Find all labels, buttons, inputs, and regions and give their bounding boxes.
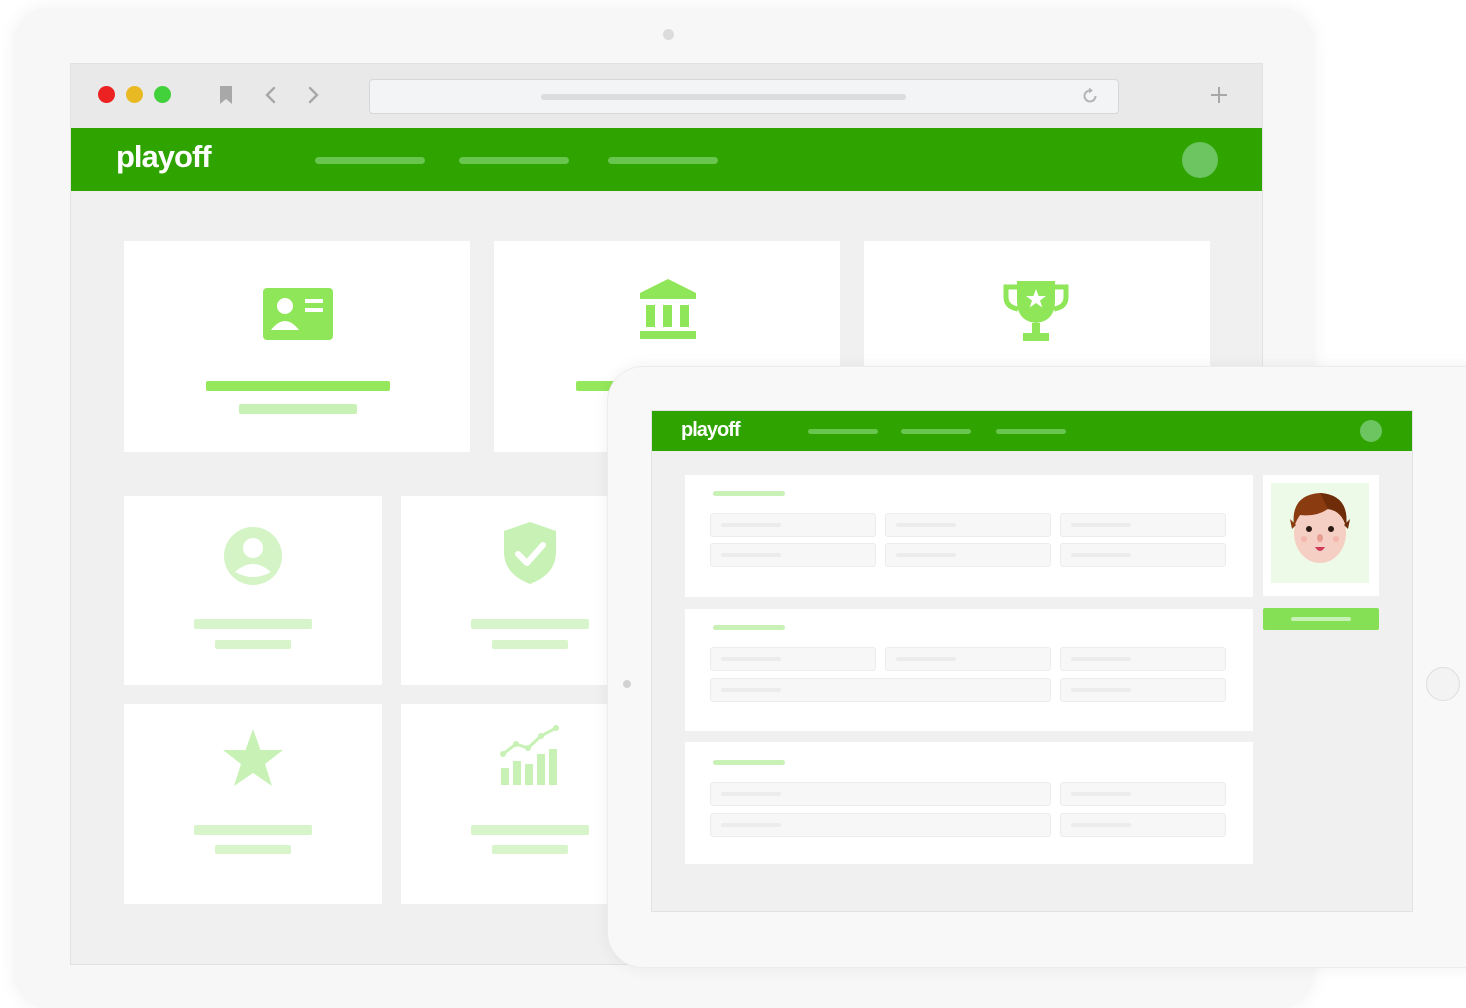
form-field[interactable] bbox=[885, 513, 1051, 537]
user-avatar[interactable] bbox=[1182, 142, 1218, 178]
tile-title-bar bbox=[471, 825, 589, 835]
tablet-camera-dot bbox=[623, 680, 631, 688]
field-placeholder-line bbox=[1071, 553, 1131, 557]
tile-trophy[interactable] bbox=[864, 241, 1210, 371]
profile-action-button[interactable] bbox=[1263, 608, 1379, 630]
field-placeholder-line bbox=[896, 657, 956, 661]
profile-photo[interactable] bbox=[1271, 483, 1369, 583]
back-icon[interactable] bbox=[264, 86, 276, 104]
field-placeholder-line bbox=[721, 688, 781, 692]
field-placeholder-line bbox=[721, 657, 781, 661]
field-placeholder-line bbox=[1071, 688, 1131, 692]
id-card-icon bbox=[263, 288, 333, 340]
nav-link-3[interactable] bbox=[608, 157, 718, 164]
tile-title-bar bbox=[471, 619, 589, 629]
tile-id-card[interactable] bbox=[124, 241, 470, 452]
app-logo[interactable]: playoff bbox=[116, 139, 212, 175]
tablet-app-logo[interactable]: playoff bbox=[681, 418, 741, 442]
tile-subtitle-bar bbox=[239, 404, 357, 414]
tablet-user-avatar[interactable] bbox=[1360, 420, 1382, 442]
field-placeholder-line bbox=[1071, 792, 1131, 796]
form-field[interactable] bbox=[1060, 513, 1226, 537]
form-field-wide[interactable] bbox=[710, 678, 1051, 702]
maximize-window-button[interactable] bbox=[154, 86, 171, 103]
app-navbar: playoff bbox=[71, 128, 1262, 191]
nav-link-1[interactable] bbox=[315, 157, 425, 164]
star-icon bbox=[223, 729, 283, 786]
form-field-wide[interactable] bbox=[710, 782, 1051, 806]
tablet-nav-link-2[interactable] bbox=[901, 429, 971, 434]
form-field[interactable] bbox=[710, 513, 876, 537]
user-icon bbox=[224, 527, 282, 585]
camera-dot bbox=[663, 29, 674, 40]
trophy-icon bbox=[1003, 281, 1069, 341]
field-placeholder-line bbox=[721, 823, 781, 827]
field-placeholder-line bbox=[896, 523, 956, 527]
shield-check-icon bbox=[504, 522, 556, 584]
form-field[interactable] bbox=[710, 647, 876, 671]
form-panel-2 bbox=[685, 609, 1253, 731]
tile-user[interactable] bbox=[124, 496, 382, 685]
bookmark-icon[interactable] bbox=[219, 85, 233, 105]
tile-title-bar bbox=[194, 619, 312, 629]
avatar-face-icon bbox=[1290, 493, 1350, 563]
panel-heading-bar bbox=[713, 760, 785, 765]
tablet-nav-link-1[interactable] bbox=[808, 429, 878, 434]
bank-icon bbox=[640, 279, 696, 339]
tile-star[interactable] bbox=[124, 704, 382, 904]
profile-card bbox=[1263, 475, 1379, 596]
field-placeholder-line bbox=[1071, 523, 1131, 527]
tablet-nav-link-3[interactable] bbox=[996, 429, 1066, 434]
tile-shield[interactable] bbox=[401, 496, 607, 685]
form-field[interactable] bbox=[885, 647, 1051, 671]
chart-icon bbox=[500, 725, 559, 785]
browser-titlebar bbox=[71, 64, 1262, 128]
form-field[interactable] bbox=[885, 543, 1051, 567]
tile-title-bar bbox=[194, 825, 312, 835]
form-field[interactable] bbox=[1060, 543, 1226, 567]
minimize-window-button[interactable] bbox=[126, 86, 143, 103]
field-placeholder-line bbox=[721, 792, 781, 796]
field-placeholder-line bbox=[896, 553, 956, 557]
form-field[interactable] bbox=[1060, 813, 1226, 837]
tile-subtitle-bar bbox=[492, 640, 568, 649]
field-placeholder-line bbox=[721, 523, 781, 527]
form-panel-1 bbox=[685, 475, 1253, 597]
field-placeholder-line bbox=[1071, 657, 1131, 661]
nav-link-2[interactable] bbox=[459, 157, 569, 164]
forward-icon[interactable] bbox=[308, 86, 320, 104]
tile-title-bar bbox=[206, 381, 390, 391]
panel-heading-bar bbox=[713, 625, 785, 630]
tile-chart[interactable] bbox=[401, 704, 607, 904]
tablet-home-button[interactable] bbox=[1426, 667, 1460, 701]
address-bar[interactable] bbox=[369, 79, 1119, 114]
button-label-line bbox=[1291, 617, 1351, 621]
form-field[interactable] bbox=[1060, 647, 1226, 671]
tile-subtitle-bar bbox=[215, 640, 291, 649]
tile-subtitle-bar bbox=[492, 845, 568, 854]
new-tab-icon[interactable] bbox=[1210, 86, 1228, 104]
form-field-wide[interactable] bbox=[710, 813, 1051, 837]
tile-subtitle-bar bbox=[215, 845, 291, 854]
reload-icon[interactable] bbox=[1080, 86, 1100, 106]
close-window-button[interactable] bbox=[98, 86, 115, 103]
panel-heading-bar bbox=[713, 491, 785, 496]
tablet-navbar: playoff bbox=[652, 411, 1412, 451]
url-placeholder-line bbox=[541, 94, 906, 100]
form-field[interactable] bbox=[710, 543, 876, 567]
form-panel-3 bbox=[685, 742, 1253, 864]
field-placeholder-line bbox=[721, 553, 781, 557]
form-field[interactable] bbox=[1060, 678, 1226, 702]
tablet-screen: playoff bbox=[651, 410, 1413, 912]
field-placeholder-line bbox=[1071, 823, 1131, 827]
form-field[interactable] bbox=[1060, 782, 1226, 806]
